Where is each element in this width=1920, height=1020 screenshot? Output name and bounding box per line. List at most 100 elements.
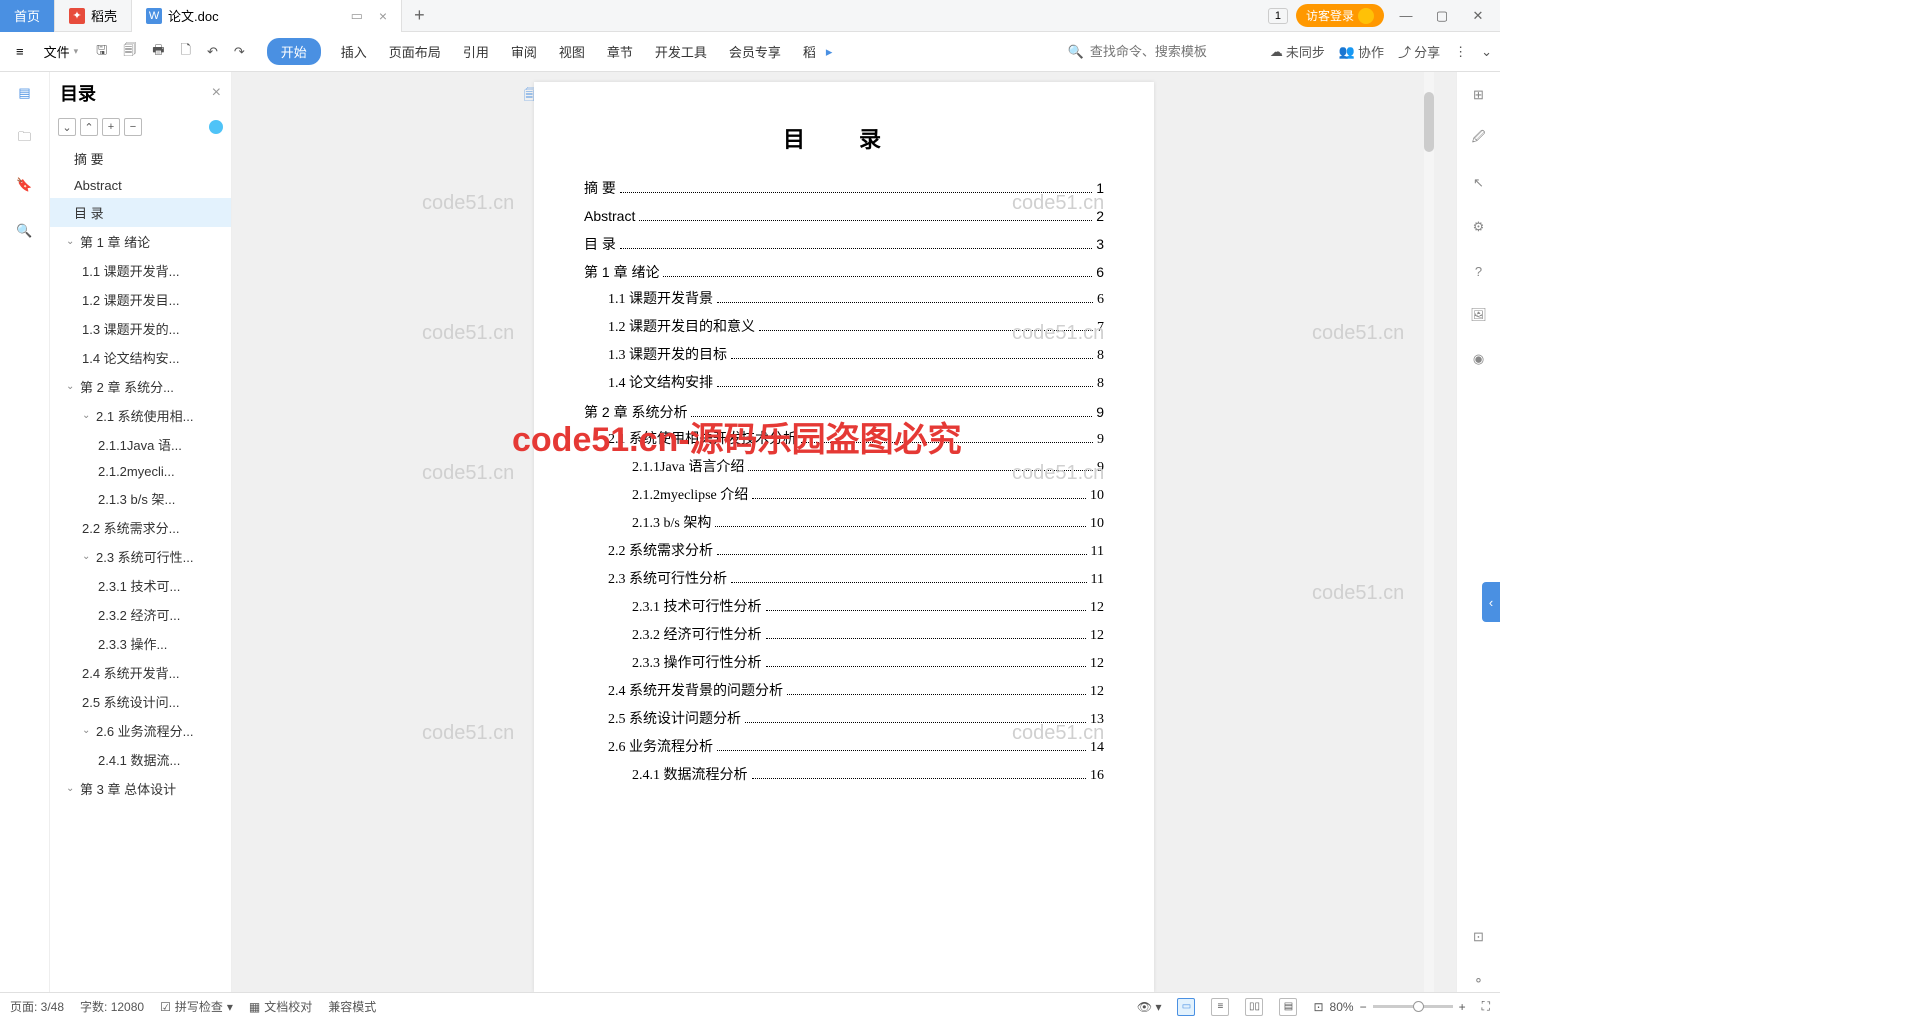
print-icon[interactable]: 🖶 (146, 37, 170, 67)
save-icon[interactable]: 🖫 (90, 37, 113, 67)
search-input[interactable] (1090, 44, 1250, 59)
ribbon-tab-4[interactable]: 审阅 (509, 38, 539, 65)
preview-icon[interactable]: 🗋 (175, 37, 197, 67)
proofread-button[interactable]: ▦ 文档校对 (249, 998, 312, 1015)
view-web-icon[interactable]: ▤ (1279, 998, 1297, 1016)
more-icon[interactable]: ⋮ (1454, 42, 1467, 61)
folder-icon[interactable]: 🗀 (14, 128, 36, 150)
redo-icon[interactable]: ↷ (228, 40, 251, 64)
toc-line: 2.2 系统需求分析11 (584, 538, 1104, 566)
saveas-icon[interactable]: 🗐 (117, 37, 142, 67)
page-indicator[interactable]: 页面: 3/48 (10, 998, 64, 1015)
outline-item[interactable]: ⌄第 2 章 系统分... (50, 372, 231, 401)
ribbon-tab-9[interactable]: 稻 (801, 38, 818, 65)
toc-line: 第 2 章 系统分析9 (584, 398, 1104, 426)
outline-item[interactable]: 1.1 课题开发背... (50, 256, 231, 285)
search-rail-icon[interactable]: 🔍 (14, 220, 36, 242)
word-count[interactable]: 字数: 12080 (80, 998, 144, 1015)
scrollbar[interactable] (1424, 72, 1434, 992)
tab-doke[interactable]: ✦ 稻壳 (55, 0, 132, 32)
collab-button[interactable]: 👥 协作 (1339, 42, 1384, 61)
shape-icon[interactable]: ◉ (1468, 348, 1490, 370)
add-item-icon[interactable]: + (102, 118, 120, 136)
ribbon-tab-3[interactable]: 引用 (461, 38, 491, 65)
ribbon-tab-2[interactable]: 页面布局 (387, 38, 443, 65)
outline-item[interactable]: 1.2 课题开发目... (50, 285, 231, 314)
outline-item[interactable]: 2.1.1Java 语... (50, 430, 231, 459)
file-menu[interactable]: 文件 ▾ (36, 38, 87, 65)
image-icon[interactable]: 🖼 (1468, 304, 1490, 326)
menu-button[interactable]: ≡ (8, 40, 32, 63)
outline-item[interactable]: Abstract (50, 173, 231, 198)
expand-all-icon[interactable]: ⌃ (80, 118, 98, 136)
outline-item[interactable]: ⌄2.1 系统使用相... (50, 401, 231, 430)
side-tab-icon[interactable]: ‹ (1482, 582, 1500, 622)
toc-line: 2.4.1 数据流程分析16 (584, 762, 1104, 790)
outline-item[interactable]: 摘 要 (50, 144, 231, 173)
close-window-button[interactable]: ✕ (1464, 2, 1492, 30)
grid-icon[interactable]: ⊞ (1468, 84, 1490, 106)
outline-item[interactable]: 2.5 系统设计问... (50, 687, 231, 716)
collapse-ribbon-icon[interactable]: ⌄ (1481, 42, 1492, 61)
toc-line: 2.3.2 经济可行性分析12 (584, 622, 1104, 650)
outline-item[interactable]: 2.3.3 操作... (50, 629, 231, 658)
settings-icon[interactable]: ⚙ (1468, 216, 1490, 238)
outline-item[interactable]: 2.3.2 经济可... (50, 600, 231, 629)
collapse-all-icon[interactable]: ⌄ (58, 118, 76, 136)
notice-badge[interactable]: 1 (1268, 8, 1288, 24)
bookmark-icon[interactable]: 🔖 (14, 174, 36, 196)
sync-button[interactable]: ☁ 未同步 (1270, 42, 1325, 61)
tab-window-icon[interactable]: ▭ (351, 8, 363, 24)
add-tab-button[interactable]: + (402, 5, 437, 26)
spellcheck-button[interactable]: ☑ 拼写检查 ▾ (160, 998, 233, 1015)
tool1-icon[interactable]: ⊡ (1468, 926, 1490, 948)
compat-mode[interactable]: 兼容模式 (328, 998, 376, 1015)
minimize-button[interactable]: — (1392, 2, 1420, 30)
ribbon-tab-8[interactable]: 会员专享 (727, 38, 783, 65)
outline-item[interactable]: 目 录 (50, 198, 231, 227)
outline-item[interactable]: 2.4.1 数据流... (50, 745, 231, 774)
help-icon[interactable]: ? (1468, 260, 1490, 282)
zoom-control[interactable]: ⊡ 80% − + (1313, 1000, 1465, 1014)
outline-icon[interactable]: ▤ (14, 82, 36, 104)
more-tabs-icon[interactable]: ▸ (826, 44, 833, 60)
tool2-icon[interactable]: ⚬ (1468, 970, 1490, 992)
close-outline-icon[interactable]: × (212, 84, 221, 102)
outline-item[interactable]: 2.1.2myecli... (50, 459, 231, 484)
maximize-button[interactable]: ▢ (1428, 2, 1456, 30)
outline-item[interactable]: 2.4 系统开发背... (50, 658, 231, 687)
zoom-slider[interactable] (1373, 1005, 1453, 1008)
ribbon-tab-6[interactable]: 章节 (605, 38, 635, 65)
tab-document[interactable]: W 论文.doc ▭ × (132, 0, 402, 32)
close-tab-icon[interactable]: × (379, 8, 387, 24)
ribbon-tab-1[interactable]: 插入 (339, 38, 369, 65)
view-page-icon[interactable]: ▭ (1177, 998, 1195, 1016)
zoom-in-icon[interactable]: + (1459, 1000, 1466, 1014)
ribbon-tab-7[interactable]: 开发工具 (653, 38, 709, 65)
remove-item-icon[interactable]: − (124, 118, 142, 136)
outline-item[interactable]: ⌄第 1 章 绪论 (50, 227, 231, 256)
select-icon[interactable]: ↖ (1468, 172, 1490, 194)
zoom-out-icon[interactable]: − (1360, 1000, 1367, 1014)
outline-item[interactable]: 2.3.1 技术可... (50, 571, 231, 600)
view-read-icon[interactable]: ▯▯ (1245, 998, 1263, 1016)
outline-item[interactable]: 2.2 系统需求分... (50, 513, 231, 542)
share-button[interactable]: ⤴ 分享 (1398, 42, 1440, 61)
view-outline-icon[interactable]: ≡ (1211, 998, 1229, 1016)
login-button[interactable]: 访客登录 (1296, 4, 1384, 27)
ribbon-tab-5[interactable]: 视图 (557, 38, 587, 65)
fullscreen-icon[interactable]: ⛶ (1482, 999, 1490, 1014)
outline-item[interactable]: ⌄2.6 业务流程分... (50, 716, 231, 745)
outline-item[interactable]: 1.4 论文结构安... (50, 343, 231, 372)
reset-zoom-icon[interactable]: ⊡ (1313, 1000, 1323, 1014)
undo-icon[interactable]: ↶ (201, 40, 224, 64)
outline-item[interactable]: 2.1.3 b/s 架... (50, 484, 231, 513)
outline-item[interactable]: ⌄第 3 章 总体设计 (50, 774, 231, 803)
eye-icon[interactable]: 👁 ▾ (1137, 1000, 1162, 1014)
style-icon[interactable]: 🖉 (1468, 128, 1490, 150)
outline-item[interactable]: ⌄2.3 系统可行性... (50, 542, 231, 571)
ribbon-tab-0[interactable]: 开始 (267, 38, 321, 65)
search-box[interactable]: 🔍 (1068, 44, 1250, 60)
tab-home[interactable]: 首页 (0, 0, 55, 32)
outline-item[interactable]: 1.3 课题开发的... (50, 314, 231, 343)
